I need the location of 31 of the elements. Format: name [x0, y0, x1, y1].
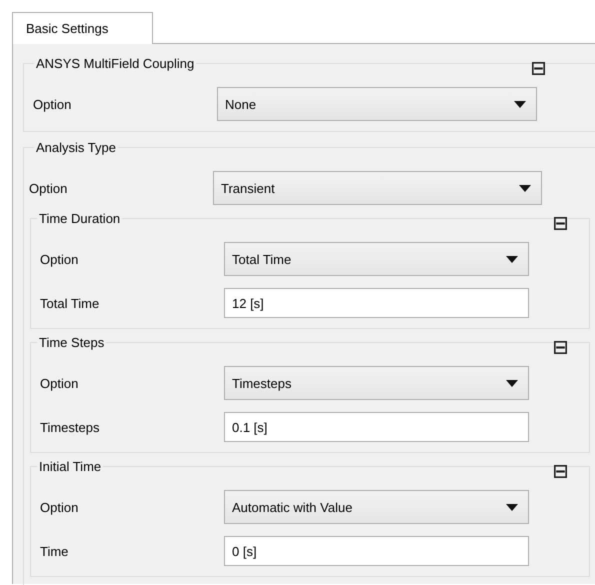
group-title: Analysis Type — [35, 140, 117, 155]
option-dropdown[interactable]: Automatic with Value — [224, 490, 529, 524]
caret-icon — [506, 504, 518, 510]
field-label: Option — [33, 96, 72, 112]
collapse-icon[interactable] — [532, 62, 545, 75]
field-label: Total Time — [40, 296, 100, 310]
caret-icon — [514, 100, 526, 108]
option-dropdown[interactable]: Total Time — [224, 242, 529, 276]
caret-icon — [506, 256, 518, 262]
field-label: Option — [40, 252, 80, 266]
field-label: Option — [40, 500, 80, 514]
collapse-icon[interactable] — [554, 465, 567, 478]
collapse-icon[interactable] — [554, 341, 567, 354]
caret-icon — [506, 380, 518, 386]
option-dropdown[interactable]: None — [217, 87, 537, 121]
input-field[interactable]: 0 [s] — [224, 536, 529, 566]
caret-icon — [519, 184, 531, 192]
option-dropdown[interactable]: Transient — [213, 171, 542, 205]
field-label: Time — [40, 544, 70, 558]
group-title: Time Duration — [38, 211, 122, 226]
group-title: Initial Time — [38, 459, 102, 474]
field-label: Option — [40, 376, 80, 390]
input-field[interactable]: 0.1 [s] — [224, 412, 529, 442]
group-title: ANSYS MultiField Coupling — [35, 56, 196, 71]
collapse-icon[interactable] — [554, 217, 567, 230]
field-label: Option — [29, 180, 68, 196]
field-label: Timesteps — [40, 420, 100, 434]
group-title: Time Steps — [38, 335, 106, 350]
option-dropdown[interactable]: Timesteps — [224, 366, 529, 400]
input-field[interactable]: 12 [s] — [224, 288, 529, 318]
settings-tab[interactable]: Basic Settings — [12, 12, 153, 44]
